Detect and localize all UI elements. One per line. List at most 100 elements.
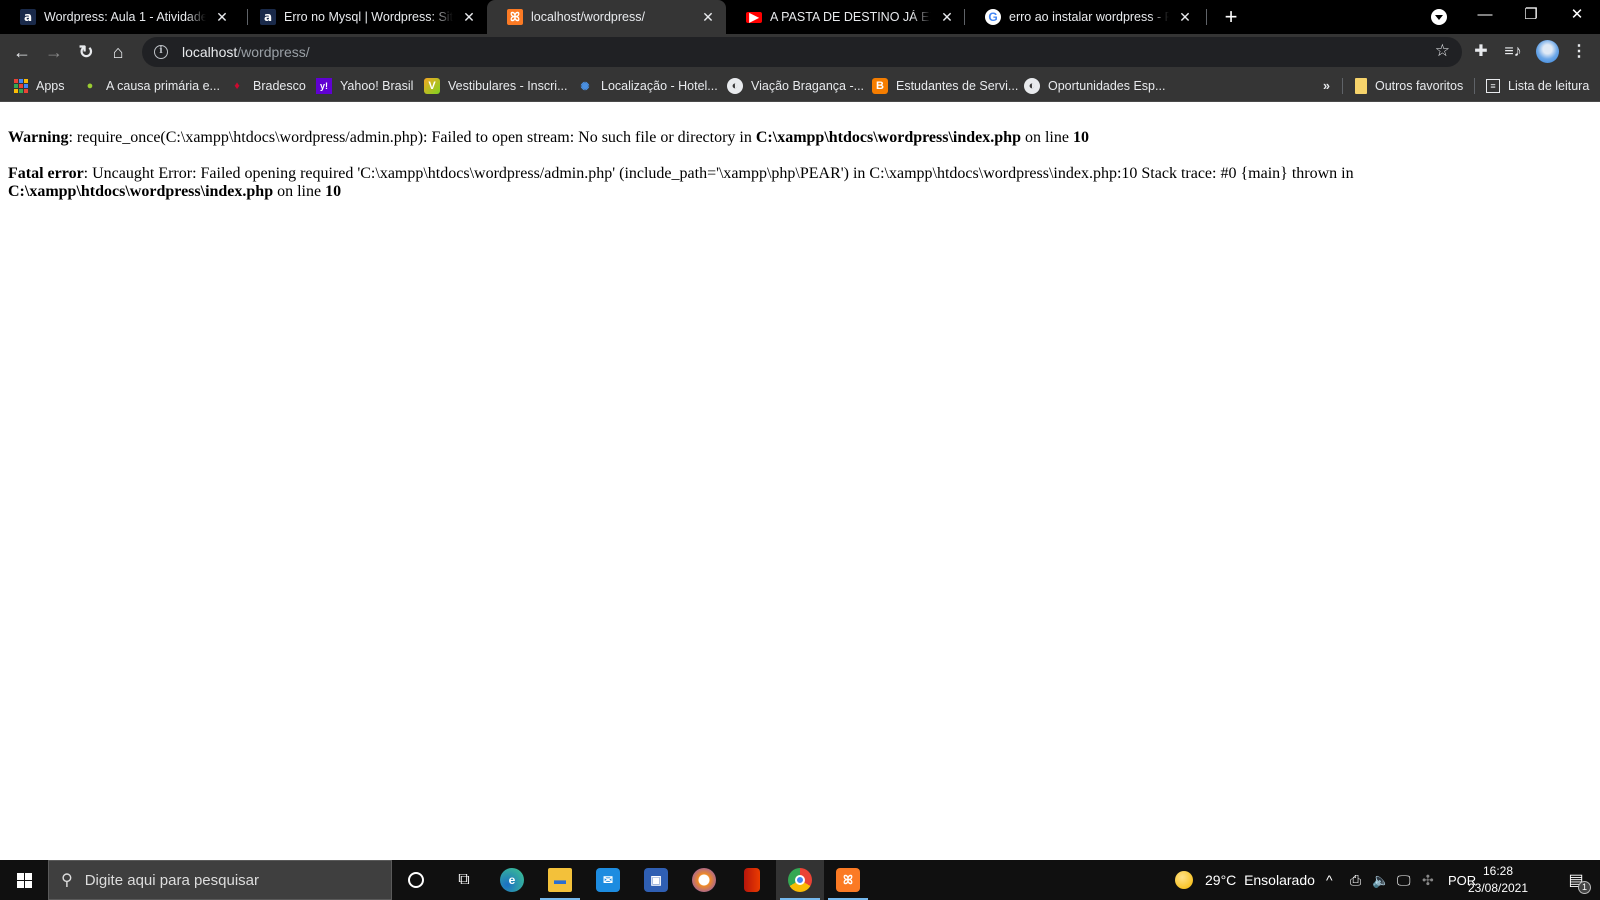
alura-icon: a (260, 9, 276, 25)
clock[interactable]: 16:28 23/08/2021 (1458, 860, 1538, 900)
chevron-up-icon: ^ (1326, 872, 1333, 888)
volume-icon[interactable]: 🔈 (1372, 860, 1389, 900)
taskbar-app-remote-desktop[interactable]: ▣ (632, 860, 680, 900)
back-icon[interactable]: ← (9, 39, 35, 65)
restore-button[interactable]: ❐ (1508, 0, 1554, 34)
menu-icon[interactable]: ⋮ (1566, 39, 1592, 65)
bookmark-label: Estudantes de Servi... (896, 79, 1019, 93)
task-view-icon: ⧉ (458, 871, 470, 888)
bookmark-separator (1474, 78, 1475, 94)
remote-desktop-icon: ▣ (644, 868, 668, 892)
close-tab-icon[interactable]: ✕ (939, 9, 955, 26)
warning-on-line: on line (1020, 129, 1073, 146)
bookmarks-overflow-button[interactable]: » (1323, 70, 1330, 102)
google-icon: G (985, 9, 1001, 25)
tab-search-icon[interactable] (1431, 9, 1447, 25)
task-view-button[interactable]: ⧉ (440, 860, 488, 900)
cortana-button[interactable] (392, 860, 440, 900)
warning-label: Warning (8, 129, 69, 146)
address-bar[interactable]: i localhost /wordpress/ ☆ (142, 37, 1462, 67)
search-icon: ⚲ (61, 872, 73, 889)
edge-icon: e (500, 868, 524, 892)
bookmark-separator (1342, 78, 1343, 94)
media-control-icon[interactable]: ≡♪ (1500, 39, 1526, 65)
bookmark-label: Viação Bragança -... (751, 79, 865, 93)
bookmarks-bar: Apps ● A causa primária e... ♦ Bradesco … (0, 70, 1600, 102)
taskbar-app-office[interactable] (728, 860, 776, 900)
taskbar-app-mail[interactable]: ✉ (584, 860, 632, 900)
home-icon[interactable]: ⌂ (105, 39, 131, 65)
bookmark-localizacao-hotel[interactable]: ✺ Localização - Hotel... (577, 70, 718, 102)
taskbar-app-xampp[interactable]: ꕤ (824, 860, 872, 900)
office-icon (744, 868, 760, 892)
close-tab-icon[interactable]: ✕ (461, 9, 477, 26)
close-tab-icon[interactable]: ✕ (700, 9, 716, 26)
fatal-message: : Uncaught Error: Failed opening require… (83, 165, 1354, 182)
reading-list-button[interactable]: ≡ Lista de leitura (1486, 70, 1589, 102)
bookmark-estudantes[interactable]: B Estudantes de Servi... (872, 70, 1018, 102)
sun-icon (1175, 871, 1193, 889)
dropbox-icon[interactable]: ✣ (1422, 860, 1434, 900)
bookmark-apps[interactable]: Apps (14, 70, 65, 102)
hotel-icon: ✺ (580, 80, 590, 93)
warning-file: C:\xampp\htdocs\wordpress\index.php (755, 129, 1021, 146)
other-bookmarks-folder[interactable]: Outros favoritos (1355, 70, 1463, 102)
site-info-icon[interactable]: i (154, 45, 168, 59)
php-fatal-error: Fatal error: Uncaught Error: Failed open… (8, 165, 1368, 201)
bookmark-label: Localização - Hotel... (601, 79, 718, 93)
taskbar-app-secure-browser[interactable] (680, 860, 728, 900)
taskbar-search-input[interactable] (84, 871, 365, 889)
bookmark-label: A causa primária e... (106, 79, 220, 93)
notification-badge: 1 (1578, 881, 1591, 894)
reload-icon[interactable]: ↻ (73, 39, 99, 65)
bookmark-oportunidades[interactable]: ◐ Oportunidades Esp... (1024, 70, 1165, 102)
tab-title: Erro no Mysql | Wordpress: Sites dinâ (284, 10, 453, 24)
taskbar-app-edge[interactable]: e (488, 860, 536, 900)
network-icon[interactable]: 🖵 (1397, 860, 1411, 900)
windows-logo-icon (16, 872, 32, 888)
show-hidden-icons-button[interactable]: ^ (1326, 860, 1333, 900)
tab-5[interactable]: G erro ao instalar wordpress - Pesq ✕ (965, 0, 1203, 34)
taskbar-app-chrome[interactable] (776, 860, 824, 900)
close-window-button[interactable]: ✕ (1554, 0, 1600, 34)
start-button[interactable] (0, 860, 48, 900)
bookmark-label: Apps (36, 79, 65, 93)
bookmark-viacao-braganca[interactable]: ◐ Viação Bragança -... (727, 70, 864, 102)
secure-browser-icon (692, 868, 716, 892)
clock-date: 23/08/2021 (1467, 881, 1529, 895)
new-tab-button[interactable]: + (1217, 3, 1245, 31)
bookmark-label: Outros favoritos (1375, 79, 1464, 93)
php-warning: Warning: require_once(C:\xampp\htdocs\wo… (8, 129, 1592, 147)
tab-separator (1206, 9, 1207, 25)
notification-center-button[interactable]: ▤ 1 (1556, 860, 1596, 900)
bookmark-causa-primaria[interactable]: ● A causa primária e... (82, 70, 220, 102)
profile-avatar[interactable] (1536, 40, 1559, 63)
folder-icon: ▬ (548, 868, 572, 892)
tab-4[interactable]: ▶ A PASTA DE DESTINO JÁ EXISTE ( ✕ (726, 0, 965, 34)
apps-icon (14, 79, 28, 93)
bug-icon: ● (86, 80, 94, 92)
tab-title: Wordpress: Aula 1 - Atividade 4 Inst (44, 10, 206, 24)
weather-temp: 29°C (1205, 872, 1237, 888)
url-host: localhost (182, 44, 238, 60)
alura-icon: a (20, 9, 36, 25)
tab-3-active[interactable]: ꕤ localhost/wordpress/ ✕ (487, 0, 726, 34)
tab-1[interactable]: a Wordpress: Aula 1 - Atividade 4 Inst ✕ (0, 0, 240, 34)
taskbar-search[interactable]: ⚲ (48, 860, 392, 900)
bookmark-star-icon[interactable]: ☆ (1435, 41, 1450, 61)
taskbar-app-file-explorer[interactable]: ▬ (536, 860, 584, 900)
bradesco-icon: ♦ (234, 80, 240, 92)
close-tab-icon[interactable]: ✕ (214, 9, 230, 26)
camera-icon[interactable]: ⎙ (1350, 860, 1361, 900)
bookmark-yahoo[interactable]: y! Yahoo! Brasil (316, 70, 413, 102)
minimize-button[interactable]: — (1462, 0, 1508, 34)
bookmark-bradesco[interactable]: ♦ Bradesco (229, 70, 306, 102)
tab-2[interactable]: a Erro no Mysql | Wordpress: Sites dinâ … (240, 0, 487, 34)
yahoo-icon: y! (316, 78, 332, 94)
extensions-icon[interactable]: ✚ (1468, 39, 1494, 65)
forward-icon[interactable]: → (41, 39, 67, 65)
weather-widget[interactable]: 29°C Ensolarado (1175, 860, 1315, 900)
close-tab-icon[interactable]: ✕ (1177, 9, 1193, 26)
bookmark-vestibulares[interactable]: V Vestibulares - Inscri... (424, 70, 568, 102)
bookmark-label: Bradesco (253, 79, 306, 93)
